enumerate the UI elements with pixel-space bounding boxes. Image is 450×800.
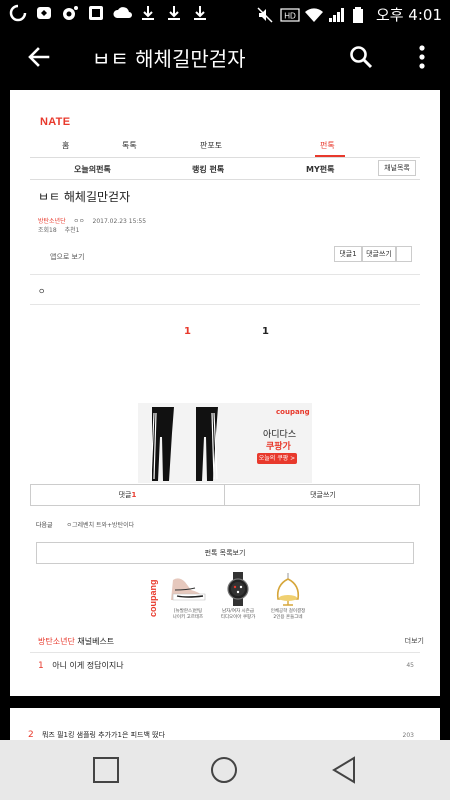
product-caption: 나이키 고르테즈: [172, 615, 204, 620]
tab-toktok[interactable]: 톡톡: [122, 140, 137, 151]
flag-icon: [34, 4, 54, 24]
post-body: ㅇ: [38, 287, 46, 296]
write-comment-tab[interactable]: 댓글쓰기: [226, 485, 420, 505]
nate-logo[interactable]: NATE: [40, 116, 70, 128]
funtok-list-button[interactable]: 펀톡 목록보기: [36, 542, 414, 564]
channel-best-heading: 방탄소년단 채널베스트: [38, 636, 114, 647]
divider: [30, 304, 420, 305]
best-count: 203: [402, 732, 414, 739]
post-recommends: 추천1: [64, 227, 80, 234]
camera-icon: [60, 4, 80, 24]
ad-price-label: 쿠팡가: [266, 442, 291, 452]
comment-bar: 댓글1 댓글쓰기: [30, 484, 420, 506]
coupang-logo: coupang: [276, 408, 310, 416]
download-icon: [138, 4, 158, 24]
battery-icon: [352, 6, 370, 24]
channel-list-button[interactable]: 채널목록: [378, 160, 416, 176]
best-title[interactable]: 뭐즈 필1킹 샘플링 추가가1은 피드백 떴다: [42, 731, 165, 739]
status-right-icons: HD 오후 4:01: [256, 4, 442, 25]
post-title: ㅂㅌ 해체길만걷자: [38, 190, 131, 204]
subtab-my[interactable]: MY펀톡: [306, 164, 334, 175]
triangle-back-icon[interactable]: [330, 756, 358, 784]
comment-count-button[interactable]: 댓글1: [334, 246, 362, 262]
tab-active-underline: [315, 155, 345, 157]
ad-today-button[interactable]: 오늘의 쿠팡 >: [257, 453, 297, 464]
leggings-image: [150, 407, 218, 481]
app-view-link[interactable]: 앱으로 보기: [50, 252, 84, 262]
signal-icon: [328, 6, 346, 24]
best-rank: 1: [38, 661, 44, 671]
product-item[interactable]: 인체공학 걸이결정 2인용 흔들그네: [267, 572, 309, 622]
product-caption: 티디오이아 쿠팡가: [220, 615, 256, 620]
main-tabs: 홈 톡톡 판포토 펀톡: [30, 136, 420, 158]
post-action-row: 앱으로 보기 댓글1 댓글쓰기: [30, 246, 420, 268]
post-date: 2017.02.23 15:55: [92, 218, 147, 225]
app-icon: [86, 4, 106, 24]
post-stats: 조회18 추천1: [38, 225, 79, 234]
arrow-left-icon[interactable]: [26, 44, 52, 70]
download-icon: [164, 4, 184, 24]
post-views: 조회18: [38, 227, 57, 234]
search-icon[interactable]: [348, 44, 374, 70]
next-post[interactable]: 다음글 ㅇ그레벤치 트와+방탄이다: [36, 520, 134, 529]
share-button[interactable]: [396, 246, 412, 262]
write-comment-button[interactable]: 댓글쓰기: [362, 246, 396, 262]
tab-home[interactable]: 홈: [62, 140, 69, 151]
post-author-extra: ㅇㅇ: [73, 218, 85, 225]
next-post-title[interactable]: ㅇ그레벤치 트와+방탄이다: [66, 522, 134, 529]
comment-label: 댓글: [118, 491, 132, 499]
coupang-vertical-logo: coupang: [148, 580, 158, 618]
product-item[interactable]: 남자/여자 시즌급 티디오이아 쿠팡가: [217, 572, 259, 622]
hd-label: HD: [284, 11, 296, 20]
status-left-icons: [8, 4, 210, 24]
subtab-today[interactable]: 오늘의펀톡: [74, 164, 111, 175]
channel-name[interactable]: 방탄소년단: [38, 637, 75, 646]
sneaker-icon: [171, 578, 206, 601]
download-icon: [190, 4, 210, 24]
watch-icon: [227, 572, 249, 606]
post-author[interactable]: 방탄소년단: [38, 218, 66, 225]
next-post-label: 다음글: [36, 522, 53, 529]
comment-tab[interactable]: 댓글1: [31, 485, 225, 505]
best-list-item[interactable]: 1 아니 이게 정답이지나 45: [38, 660, 414, 671]
product-item[interactable]: [뉴발란스]반팅 나이키 고르테즈: [167, 572, 209, 622]
comment-count: 1: [131, 491, 137, 499]
cloud-icon: [112, 4, 132, 24]
best-title[interactable]: 아니 이게 정답이지나: [52, 661, 123, 670]
post-meta: 방탄소년단 ㅇㅇ 2017.02.23 15:55: [38, 216, 146, 225]
sub-tabs: 오늘의펀톡 랭킹 펀톡 MY펀톡 채널목록: [30, 158, 420, 180]
notification-icon: [8, 4, 28, 24]
status-bar: HD 오후 4:01: [0, 0, 450, 30]
square-icon[interactable]: [92, 756, 120, 784]
channel-best-label: 채널베스트: [77, 637, 115, 646]
swing-chair-icon: [276, 573, 300, 606]
tab-funtok[interactable]: 펀톡: [320, 140, 335, 151]
best-count: 45: [406, 662, 414, 669]
product-caption: 2인용 흔들그네: [273, 615, 303, 620]
vote-down-count[interactable]: 1: [262, 326, 269, 337]
status-time: 오후 4:01: [375, 6, 442, 24]
divider: [30, 274, 420, 275]
navigation-bar: [0, 740, 450, 800]
circle-icon[interactable]: [210, 756, 238, 784]
app-bar: ㅂㅌ 해체길만걷자: [0, 30, 450, 84]
mute-icon: [256, 6, 274, 24]
divider: [30, 652, 420, 653]
svg-text:coupang: coupang: [148, 580, 158, 618]
vote-up-count[interactable]: 1: [184, 326, 191, 337]
hd-icon: HD: [280, 6, 300, 24]
tab-panphoto[interactable]: 판포토: [200, 140, 222, 151]
best-list-item[interactable]: 2 뭐즈 필1킹 샘플링 추가가1은 피드백 떴다 203: [28, 730, 414, 740]
web-page: NATE 홈 톡톡 판포토 펀톡 오늘의펀톡 랭킹 펀톡 MY펀톡 채널목록 ㅂ…: [10, 90, 440, 696]
subtab-ranking[interactable]: 랭킹 펀톡: [192, 164, 224, 175]
coupang-product-strip: coupang [뉴발란스]반팅 나이키 고르테즈 남자/여자 시즌급 티디오이…: [143, 570, 313, 622]
more-vertical-icon[interactable]: [416, 44, 428, 70]
wifi-icon: [304, 6, 323, 24]
more-link[interactable]: 더보기: [405, 636, 424, 646]
app-bar-title: ㅂㅌ 해체길만걷자: [92, 47, 246, 71]
ad-banner[interactable]: coupang 아디다스 쿠팡가 오늘의 쿠팡 >: [138, 403, 312, 483]
best-rank: 2: [28, 730, 34, 740]
